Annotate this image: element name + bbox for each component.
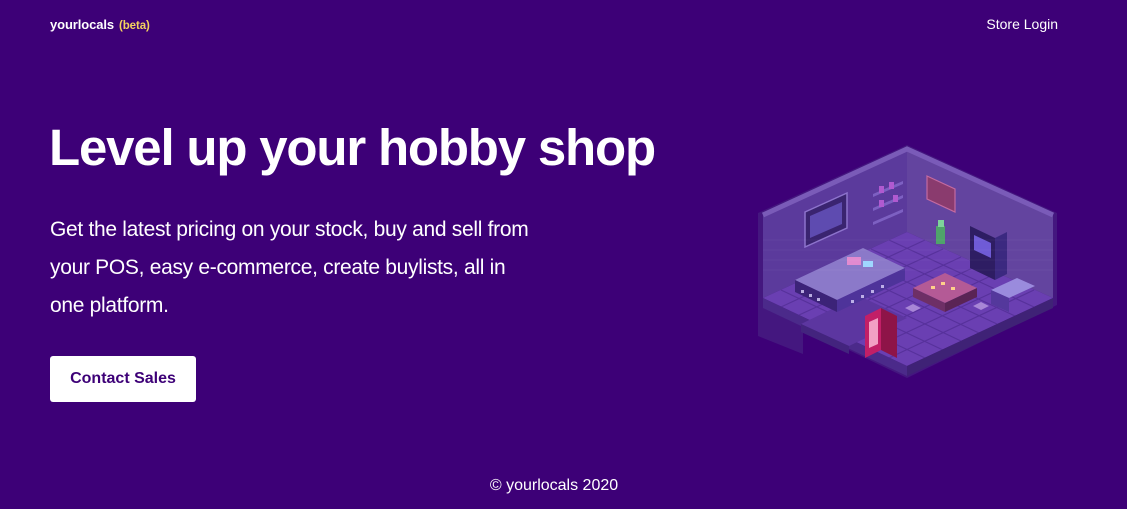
store-login-link[interactable]: Store Login: [986, 16, 1058, 32]
contact-sales-button[interactable]: Contact Sales: [50, 356, 196, 402]
hobby-shop-illustration: [758, 145, 1057, 378]
beta-badge: (beta): [119, 19, 150, 32]
landing-page: yourlocals (beta) Store Login Level up y…: [0, 0, 1127, 509]
brand-logo[interactable]: yourlocals (beta): [50, 17, 150, 32]
footer-copyright: © yourlocals 2020: [489, 477, 619, 494]
hero-subtitle: Get the latest pricing on your stock, bu…: [50, 218, 529, 317]
brand-name: yourlocals: [50, 16, 115, 32]
top-nav: yourlocals (beta) Store Login: [50, 16, 1058, 32]
hero-title: Level up your hobby shop: [49, 119, 656, 176]
